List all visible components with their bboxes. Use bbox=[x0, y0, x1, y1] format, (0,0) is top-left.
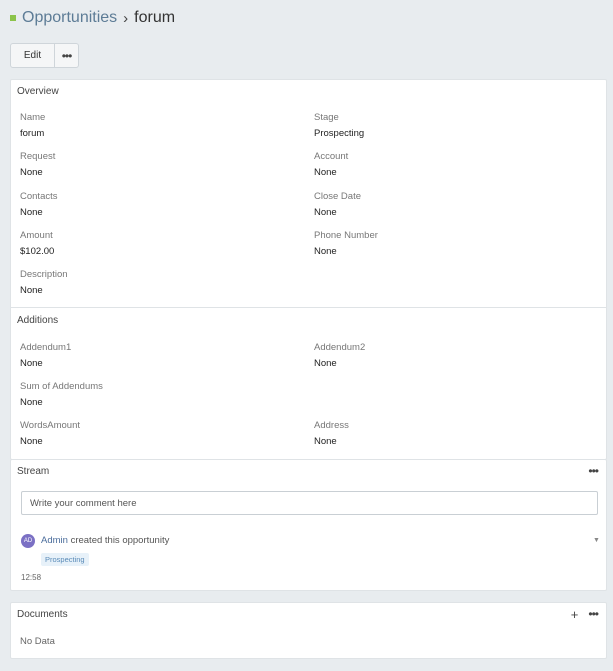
field-value: None bbox=[314, 358, 337, 369]
field-label: Stage bbox=[314, 112, 339, 123]
stream-user-link[interactable]: Admin bbox=[41, 535, 68, 546]
stream-header: Stream ••• bbox=[11, 460, 606, 482]
documents-more-dots-icon[interactable]: ••• bbox=[588, 608, 599, 620]
field-amount: Amount $102.00 bbox=[20, 230, 54, 258]
field-label: Amount bbox=[20, 230, 53, 241]
field-label: Description bbox=[20, 269, 68, 280]
documents-panel: Documents + ••• No Data bbox=[10, 602, 607, 659]
breadcrumb-separator: › bbox=[123, 9, 129, 27]
field-request: Request None bbox=[20, 151, 55, 179]
field-label: WordsAmount bbox=[20, 420, 81, 431]
field-description: Description None bbox=[20, 269, 68, 297]
field-label: Address bbox=[314, 420, 349, 431]
stream-panel: Stream ••• AD Admin created this opportu… bbox=[10, 459, 607, 591]
status-badge: Prospecting bbox=[41, 553, 89, 566]
stream-more-dots-icon[interactable]: ••• bbox=[588, 465, 599, 477]
field-value: None bbox=[20, 436, 43, 447]
field-address: Address None bbox=[314, 420, 349, 448]
field-value: None bbox=[20, 358, 43, 369]
field-value: None bbox=[20, 167, 43, 178]
field-label: Addendum1 bbox=[20, 342, 72, 353]
edit-button[interactable]: Edit bbox=[10, 43, 55, 68]
field-addendum1: Addendum1 None bbox=[20, 342, 71, 370]
page-title: forum bbox=[134, 9, 176, 26]
field-value: None bbox=[314, 436, 337, 447]
field-label: Close Date bbox=[314, 191, 361, 202]
stream-note-text: Admin created this opportunity bbox=[41, 535, 169, 546]
field-value: None bbox=[314, 207, 337, 218]
field-value: None bbox=[314, 246, 337, 257]
documents-header: Documents + ••• bbox=[11, 603, 606, 625]
breadcrumb: Opportunities › forum bbox=[10, 8, 175, 28]
field-label: Account bbox=[314, 151, 349, 162]
field-value: None bbox=[20, 397, 43, 408]
field-value: forum bbox=[20, 128, 45, 139]
field-name: Name forum bbox=[20, 112, 45, 140]
field-label: Name bbox=[20, 112, 46, 123]
more-dots-icon: ••• bbox=[61, 48, 73, 63]
stream-title: Stream bbox=[17, 465, 50, 477]
more-actions-button[interactable]: ••• bbox=[55, 43, 79, 68]
overview-header: Overview bbox=[11, 80, 606, 102]
field-close-date: Close Date None bbox=[314, 191, 361, 219]
field-stage: Stage Prospecting bbox=[314, 112, 364, 140]
field-label: Request bbox=[20, 151, 56, 162]
field-value: None bbox=[20, 207, 43, 218]
field-label: Phone Number bbox=[314, 230, 378, 241]
field-value: None bbox=[314, 167, 337, 178]
field-phone-number: Phone Number None bbox=[314, 230, 378, 258]
field-value: Prospecting bbox=[314, 128, 365, 139]
avatar[interactable]: AD bbox=[21, 534, 35, 548]
breadcrumb-parent-link[interactable]: Opportunities bbox=[22, 9, 117, 27]
field-contacts: Contacts None bbox=[20, 191, 58, 219]
documents-title: Documents bbox=[17, 608, 68, 620]
detail-toolbar: Edit ••• bbox=[10, 43, 79, 68]
overview-title: Overview bbox=[17, 85, 59, 97]
additions-header: Additions bbox=[11, 309, 66, 331]
additions-title: Additions bbox=[17, 314, 59, 326]
field-addendum2: Addendum2 None bbox=[314, 342, 365, 370]
field-value: None bbox=[20, 285, 43, 296]
documents-empty-text: No Data bbox=[20, 636, 55, 647]
stream-timestamp: 12:58 bbox=[21, 573, 42, 582]
chevron-down-icon[interactable]: ▼ bbox=[593, 537, 600, 544]
comment-input[interactable] bbox=[21, 491, 598, 515]
field-label: Contacts bbox=[20, 191, 58, 202]
scope-color-marker bbox=[10, 15, 16, 21]
field-words-amount: WordsAmount None bbox=[20, 420, 80, 448]
record-detail-panel: Overview Name forum Stage Prospecting Re… bbox=[10, 79, 607, 460]
section-divider bbox=[11, 307, 606, 308]
field-label: Addendum2 bbox=[314, 342, 366, 353]
field-value: $102.00 bbox=[20, 246, 55, 257]
plus-icon[interactable]: + bbox=[571, 608, 579, 621]
field-sum-of-addendums: Sum of Addendums None bbox=[20, 381, 103, 409]
field-label: Sum of Addendums bbox=[20, 381, 103, 392]
field-account: Account None bbox=[314, 151, 348, 179]
stream-note-action: created this opportunity bbox=[67, 535, 170, 546]
